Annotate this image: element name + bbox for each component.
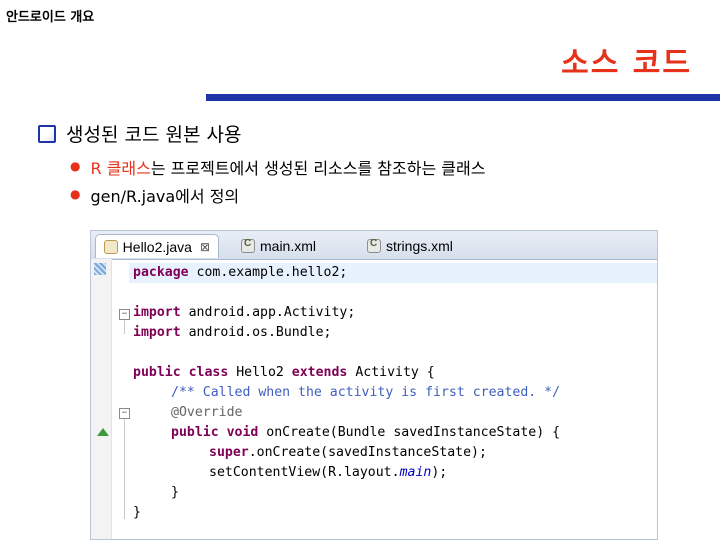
sub-bullet-1: ● R 클래스 는 프로젝트에서 생성된 리소스를 참조하는 클래스 [70,155,485,179]
fold-line [124,419,125,519]
code-line: public class Hello2 extends Activity { [133,365,435,380]
fold-toggle-icon[interactable]: − [119,309,130,320]
editor-tab-bar: Hello2.java ⊠ main.xml strings.xml [91,231,657,260]
xml-file-icon [241,238,255,253]
java-file-icon [104,239,118,254]
code-editor-screenshot: Hello2.java ⊠ main.xml strings.xml − − p… [90,230,658,540]
ruler-hatch-marker [94,263,106,275]
sub-bullet-1-highlight: R 클래스 [90,159,151,178]
tab-label: Hello2.java [122,238,192,255]
code-line: /** Called when the activity is first cr… [171,385,561,400]
code-line: } [133,505,141,520]
override-marker-icon [97,428,109,436]
code-line: @Override [171,405,243,420]
close-icon[interactable]: ⊠ [200,240,210,254]
bullet-dot-icon: ● [70,187,81,201]
code-line: super.onCreate(savedInstanceState); [209,445,487,460]
xml-file-icon [367,238,381,253]
code-line: setContentView(R.layout.main); [209,465,448,480]
main-bullet-text: 생성된 코드 원본 사용 [66,124,242,146]
code-line: public void onCreate(Bundle savedInstanc… [171,425,561,440]
sub-bullet-2: ● gen/R.java에서 정의 [70,183,239,207]
code-line: import android.os.Bundle; [133,325,332,340]
checkbox-bullet-icon [38,124,56,143]
tab-label: strings.xml [386,238,453,254]
title-underline-bar [206,94,720,101]
tab-strings-xml[interactable]: strings.xml [359,234,479,258]
header-small-title: 안드로이드 개요 [6,10,95,25]
fold-toggle-icon[interactable]: − [119,408,130,419]
code-line: import android.app.Activity; [133,305,356,320]
tab-label: main.xml [260,238,317,254]
fold-line [124,320,125,334]
main-bullet: 생성된 코드 원본 사용 [38,120,241,147]
code-line: package com.example.hello2; [133,265,348,280]
tab-main-xml[interactable]: main.xml [233,234,343,258]
editor-left-ruler [91,259,112,539]
tab-hello2-java[interactable]: Hello2.java ⊠ [95,234,219,258]
sub-bullet-1-text: 는 프로젝트에서 생성된 리소스를 참조하는 클래스 [150,159,486,178]
slide-title: 소스 코드 [561,46,692,81]
sub-bullet-2-text: gen/R.java에서 정의 [90,187,240,206]
code-line: } [171,485,179,500]
bullet-dot-icon: ● [70,159,81,173]
